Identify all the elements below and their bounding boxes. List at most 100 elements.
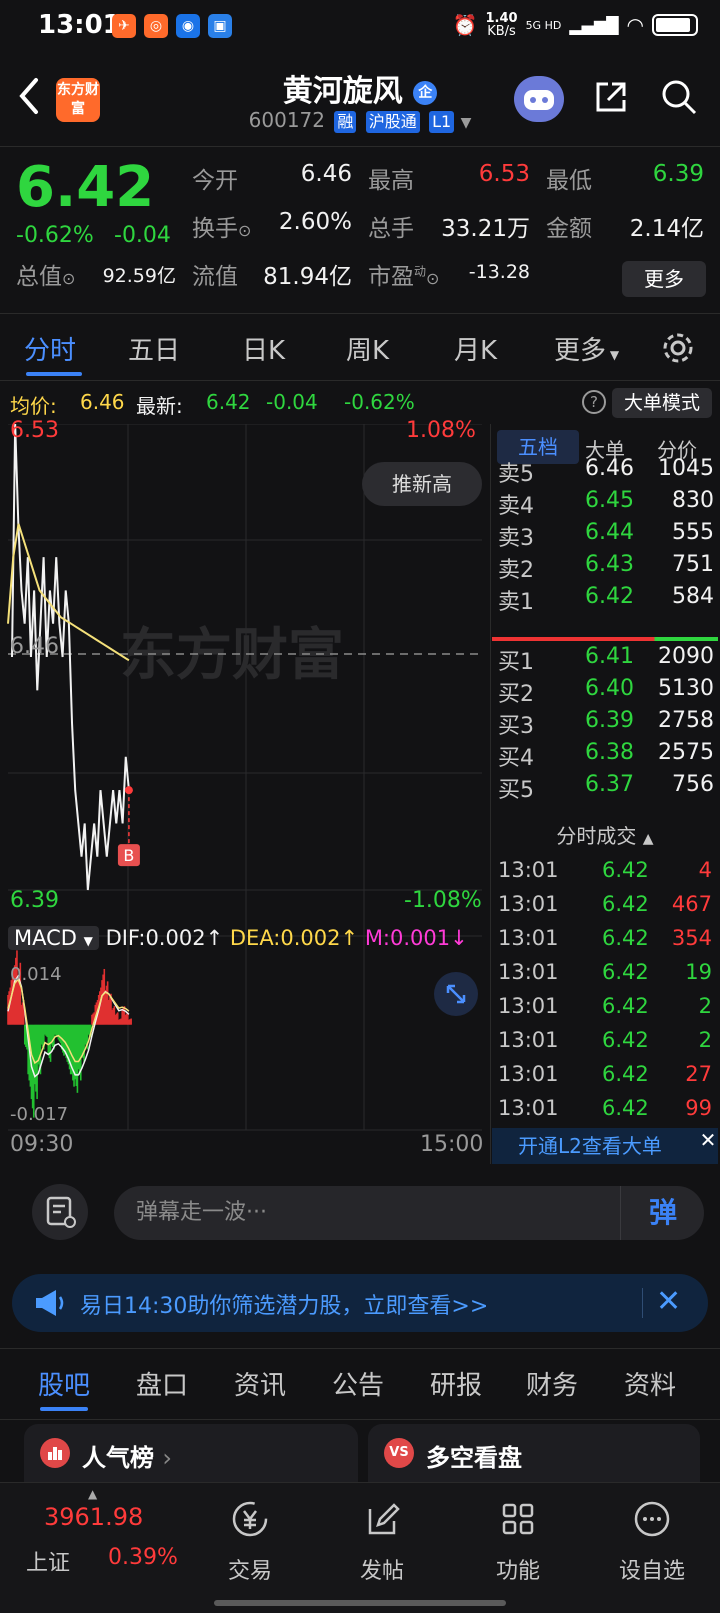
help-icon[interactable]: ? (582, 390, 606, 414)
stock-code: 600172 (248, 108, 325, 132)
turnover-label[interactable]: 换手⊙ (192, 209, 251, 243)
level-volume: 584 (672, 584, 714, 609)
big-order-mode-button[interactable]: 大单模式 (612, 388, 712, 418)
tab-forum[interactable]: 股吧 (38, 1365, 90, 1402)
last-change: -0.04 (266, 390, 318, 414)
search-icon[interactable] (660, 78, 698, 116)
macd-selector[interactable]: MACD ▼ (8, 926, 99, 950)
tab-research[interactable]: 研报 (430, 1365, 482, 1402)
bid-row[interactable]: 买4 6.38 2575 (492, 740, 718, 772)
macd-dif: DIF:0.002↑ (105, 926, 224, 950)
pe-label[interactable]: 市盈动⊙ (368, 257, 439, 291)
ask-row[interactable]: 卖2 6.43 751 (492, 552, 718, 584)
bid-row[interactable]: 买1 6.41 2090 (492, 644, 718, 676)
trades-title[interactable]: 分时成交 ▲ (492, 820, 718, 849)
ask-row[interactable]: 卖4 6.45 830 (492, 488, 718, 520)
bid-row[interactable]: 买5 6.37 756 (492, 772, 718, 804)
promo-banner[interactable]: 易日14:30助你筛选潜力股，立即查看>> ✕ (12, 1274, 708, 1332)
bid-row[interactable]: 买2 6.40 5130 (492, 676, 718, 708)
market-cap-value: 92.59亿 (102, 265, 176, 287)
tab-profile[interactable]: 资料 (624, 1365, 676, 1402)
nav-trade-label: 交易 (227, 1559, 272, 1584)
verified-icon: 企 (413, 80, 438, 105)
market-cap-label[interactable]: 总值⊙ (16, 257, 75, 291)
trade-time: 13:01 (498, 892, 559, 916)
l2-upgrade-link[interactable]: 开通L2查看大单 (492, 1128, 718, 1164)
more-dots-icon (634, 1501, 670, 1537)
robot-assistant-icon[interactable] (514, 76, 564, 122)
last-percent: -0.62% (344, 390, 415, 414)
y-mid-label: 6.46 (10, 634, 59, 659)
ask-row[interactable]: 卖3 6.44 555 (492, 520, 718, 552)
tab-underline (40, 1407, 88, 1411)
amount-label: 金额 (546, 216, 592, 242)
trade-time: 13:01 (498, 1028, 559, 1052)
share-icon[interactable] (594, 80, 628, 114)
notification-app-icon: ▣ (208, 14, 232, 38)
popularity-card[interactable]: 人气榜 › (24, 1424, 358, 1484)
home-indicator[interactable] (214, 1600, 506, 1606)
trade-time: 13:01 (498, 994, 559, 1018)
status-indicators: ⏰ 1.40 KB/s 5G HD ▂▄▆█ ◠ (453, 12, 698, 38)
grid-icon (502, 1503, 534, 1535)
trade-time: 13:01 (498, 1062, 559, 1086)
tab-five-day[interactable]: 五日 (128, 330, 180, 367)
battery-icon (652, 14, 698, 36)
trade-row: 13:01 6.42 467 (492, 892, 718, 926)
danmaku-settings-icon[interactable] (32, 1184, 88, 1240)
change-amount: -0.04 (114, 223, 171, 248)
level-tag: L1 (429, 111, 455, 133)
tab-handicap[interactable]: 盘口 (136, 1365, 188, 1402)
push-new-high-button[interactable]: 推新高 (362, 462, 482, 506)
more-button[interactable]: 更多 (622, 261, 706, 297)
danmaku-input[interactable]: 弹幕走一波··· (114, 1186, 704, 1240)
close-icon[interactable]: ✕ (656, 1284, 681, 1319)
macd-max-label: 0.014 (10, 964, 62, 985)
tab-announcements[interactable]: 公告 (332, 1365, 384, 1402)
level-price: 6.44 (585, 520, 634, 545)
notification-app-icon: ✈ (112, 14, 136, 38)
signal-icon: ▂▄▆█ (569, 15, 619, 35)
trade-row: 13:01 6.42 2 (492, 1028, 718, 1062)
tab-daily-k[interactable]: 日K (242, 330, 285, 367)
tab-weekly-k[interactable]: 周K (346, 330, 389, 367)
level-label: 卖1 (498, 590, 534, 615)
intraday-chart[interactable]: 东方财富 B (0, 424, 490, 1164)
level-volume: 2090 (658, 644, 714, 669)
ask-row[interactable]: 卖1 6.42 584 (492, 584, 718, 616)
margin-tag: 融 (334, 111, 357, 133)
ask-row[interactable]: 卖5 6.46 1045 (492, 456, 718, 488)
quote-panel: 6.42 -0.62% -0.04 今开 6.46 最高 6.53 最低 6.3… (0, 146, 720, 314)
yen-exchange-icon (232, 1501, 268, 1537)
long-short-card[interactable]: VS 多空看盘 (368, 1424, 700, 1484)
chevron-right-icon: › (162, 1444, 172, 1472)
danmaku-toggle-button[interactable]: 弹 (620, 1186, 705, 1240)
trade-volume: 4 (698, 858, 712, 882)
level-volume: 751 (672, 552, 714, 577)
tab-intraday[interactable]: 分时 (24, 330, 76, 367)
trade-volume: 27 (685, 1062, 712, 1086)
trade-price: 6.42 (602, 1028, 649, 1052)
expand-icon[interactable] (434, 972, 478, 1016)
bid-row[interactable]: 买3 6.39 2758 (492, 708, 718, 740)
tab-news[interactable]: 资讯 (234, 1365, 286, 1402)
level-price: 6.46 (585, 456, 634, 481)
nav-add-watchlist-label: 设自选 (618, 1559, 685, 1584)
gear-icon[interactable] (660, 330, 696, 366)
trade-price: 6.42 (602, 858, 649, 882)
level-volume: 830 (672, 488, 714, 513)
tab-financials[interactable]: 财务 (526, 1365, 578, 1402)
trade-row: 13:01 6.42 99 (492, 1096, 718, 1130)
tab-more[interactable]: 更多 ▼ (554, 330, 619, 367)
watermark: 东方财富 (120, 623, 344, 688)
level-price: 6.37 (585, 772, 634, 797)
close-icon[interactable]: ✕ (696, 1128, 720, 1152)
tab-monthly-k[interactable]: 月K (454, 330, 497, 367)
bottom-navigation: ▲ 3961.98 上证 0.39% 交易 发帖 功能 设自选 (0, 1482, 720, 1613)
trade-volume: 354 (671, 926, 712, 950)
trade-price: 6.42 (602, 1096, 649, 1120)
edit-icon (368, 1503, 400, 1535)
net-speed: 1.40 KB/s (485, 11, 518, 39)
trade-price: 6.42 (602, 994, 649, 1018)
index-ticker[interactable]: ▲ 3961.98 上证 0.39% (0, 1483, 200, 1603)
